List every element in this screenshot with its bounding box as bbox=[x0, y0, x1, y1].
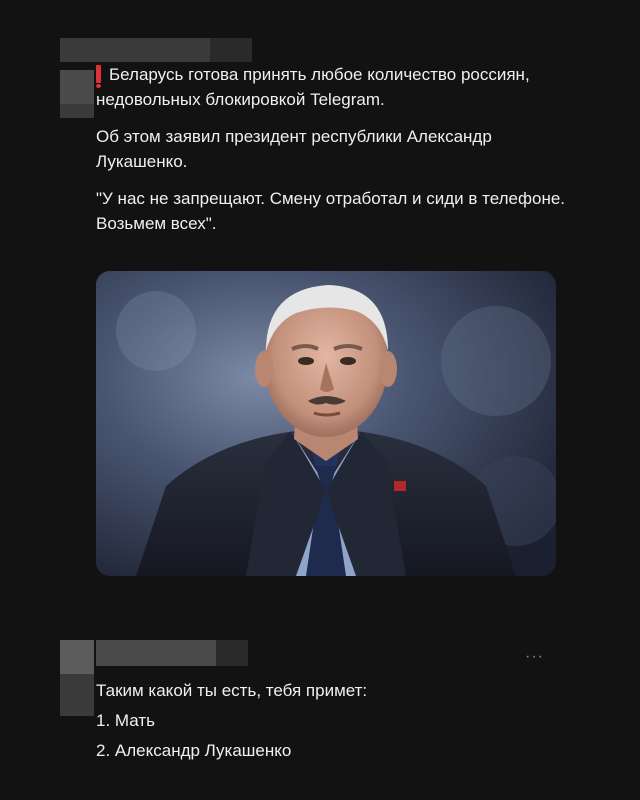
post2-line-2: 1. Мать bbox=[96, 711, 155, 730]
post2-line-1: Таким какой ты есть, тебя примет: bbox=[96, 681, 368, 700]
post1-headline: Беларусь готова принять любое количество… bbox=[96, 65, 530, 109]
post1-photo[interactable] bbox=[96, 271, 556, 576]
author-name-censored-post2[interactable] bbox=[96, 640, 216, 666]
avatar-censored-2 bbox=[60, 104, 94, 118]
portrait-image bbox=[96, 271, 556, 576]
more-options-icon[interactable]: ··· bbox=[525, 648, 544, 666]
post1-paragraph-3: "У нас не запрещают. Смену отработал и с… bbox=[96, 189, 566, 233]
avatar-censored[interactable] bbox=[60, 70, 94, 104]
post2-body: Таким какой ты есть, тебя примет: 1. Мат… bbox=[96, 676, 566, 766]
post1-body: Беларусь готова принять любое количество… bbox=[96, 62, 566, 248]
author-name-censored-post2-2 bbox=[216, 640, 248, 666]
feed: Беларусь готова принять любое количество… bbox=[0, 0, 640, 800]
author-name-censored[interactable] bbox=[60, 38, 210, 62]
post1-paragraph-2: Об этом заявил президент республики Алек… bbox=[96, 127, 492, 171]
author-name-censored-2 bbox=[210, 38, 252, 62]
exclamation-icon bbox=[96, 65, 101, 88]
post1-headline-row: Беларусь готова принять любое количество… bbox=[96, 62, 566, 112]
post2-line-3: 2. Александр Лукашенко bbox=[96, 741, 292, 760]
avatar-censored-post2[interactable] bbox=[60, 640, 94, 674]
avatar-censored-post2-2 bbox=[60, 674, 94, 716]
